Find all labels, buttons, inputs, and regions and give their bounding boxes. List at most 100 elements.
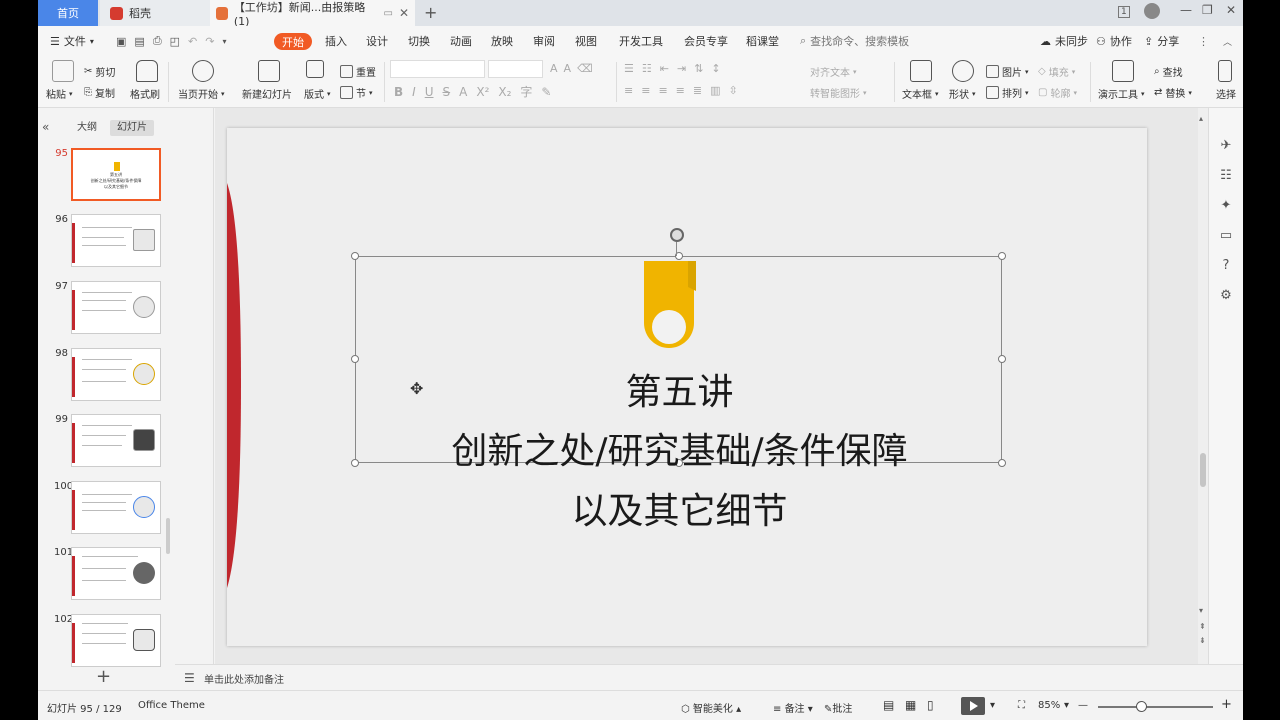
- canvas-scrollbar[interactable]: ▴ ▾ ⇞ ⇟: [1198, 108, 1208, 664]
- section-button[interactable]: 节 ▾: [340, 85, 373, 100]
- minimize-button[interactable]: —: [1180, 3, 1192, 17]
- bold-icon[interactable]: B: [394, 85, 403, 99]
- slide-thumbnail[interactable]: 第五讲 创新之处/研究基础/条件保障 以及其它细节: [71, 148, 161, 201]
- paste-button[interactable]: 粘贴 ▾: [46, 86, 73, 102]
- slide-thumb-row[interactable]: 102: [38, 614, 208, 670]
- find-button[interactable]: ⌕ 查找: [1154, 64, 1183, 79]
- arrange-button[interactable]: 排列 ▾: [986, 85, 1029, 100]
- menu-transition[interactable]: 切换: [408, 26, 430, 56]
- menu-start[interactable]: 开始: [274, 33, 312, 50]
- bullet-list-icon[interactable]: ☰: [624, 62, 634, 75]
- italic-icon[interactable]: I: [412, 85, 416, 99]
- justify-icon[interactable]: ≡: [676, 84, 685, 97]
- slide-thumbnail[interactable]: [71, 214, 161, 267]
- slide-thumbnail[interactable]: [71, 547, 161, 600]
- add-slide-icon[interactable]: +: [96, 666, 111, 687]
- menu-insert[interactable]: 插入: [325, 26, 347, 56]
- pin-icon[interactable]: ✦: [1218, 198, 1234, 214]
- cloud-settings-icon[interactable]: ⚙: [1218, 288, 1234, 304]
- smart-beautify-button[interactable]: ⬡ 智能美化 ▴: [681, 700, 741, 715]
- zoom-in-icon[interactable]: +: [1221, 697, 1232, 712]
- current-slide[interactable]: 第五讲 创新之处/研究基础/条件保障 以及其它细节 ✥: [227, 128, 1147, 646]
- superscript-icon[interactable]: X²: [476, 85, 489, 99]
- cut-button[interactable]: ✂ 剪切: [84, 64, 115, 79]
- customize-icon[interactable]: ▾: [222, 37, 226, 46]
- slide-subtitle-line1[interactable]: 创新之处/研究基础/条件保障: [227, 422, 1132, 474]
- menu-design[interactable]: 设计: [366, 26, 388, 56]
- resize-handle[interactable]: [351, 355, 359, 363]
- new-tab-icon[interactable]: +: [424, 3, 437, 22]
- shape-icon[interactable]: [952, 60, 974, 82]
- resize-handle[interactable]: [998, 355, 1006, 363]
- copy-button[interactable]: ⎘ 复制: [84, 85, 115, 100]
- shape-button[interactable]: 形状 ▾: [949, 86, 976, 102]
- resize-handle[interactable]: [351, 252, 359, 260]
- from-current-button[interactable]: 当页开始 ▾: [178, 86, 225, 102]
- undo-icon[interactable]: ↶: [188, 35, 197, 48]
- replace-button[interactable]: ⇄ 替换 ▾: [1154, 85, 1192, 100]
- restore-button[interactable]: ❐: [1202, 3, 1213, 17]
- slide-thumb-row[interactable]: 97: [38, 281, 208, 337]
- panel-scrollbar[interactable]: [166, 518, 170, 554]
- fill-button[interactable]: ◇ 填充 ▾: [1038, 64, 1075, 79]
- notes-placeholder[interactable]: 单击此处添加备注: [204, 671, 284, 686]
- notes-pane[interactable]: ☰ 单击此处添加备注: [175, 664, 1243, 690]
- play-from-current-icon[interactable]: [192, 60, 214, 82]
- clear-format-icon[interactable]: ⌫: [577, 62, 593, 75]
- slide-thumb-row[interactable]: 99: [38, 414, 208, 470]
- slide-thumbnail[interactable]: [71, 481, 161, 534]
- slide-sorter-icon[interactable]: ▦: [905, 698, 916, 712]
- play-slideshow-button[interactable]: [961, 697, 985, 715]
- vertical-align-icon[interactable]: ⇳: [729, 84, 738, 97]
- slide-subtitle-line2[interactable]: 以及其它细节: [227, 482, 1132, 534]
- distribute-icon[interactable]: ≣: [693, 84, 702, 97]
- slide-thumb-row[interactable]: 101: [38, 547, 208, 603]
- zoom-slider-knob[interactable]: [1136, 701, 1147, 712]
- menu-developer[interactable]: 开发工具: [619, 26, 663, 56]
- menu-member[interactable]: 会员专享: [684, 26, 728, 56]
- settings-sliders-icon[interactable]: ☷: [1218, 168, 1234, 184]
- scroll-up-icon[interactable]: ▴: [1199, 114, 1203, 123]
- select-button[interactable]: 选择: [1216, 86, 1236, 101]
- tab-document[interactable]: 【工作坊】新闻...由报策略(1) ▭ ✕: [210, 0, 415, 28]
- picture-button[interactable]: 图片 ▾: [986, 64, 1029, 79]
- tab-close-icon[interactable]: ✕: [399, 6, 409, 20]
- slide-thumbnail[interactable]: [71, 414, 161, 467]
- preview-icon[interactable]: ◰: [170, 35, 180, 48]
- slide-thumbnail[interactable]: [71, 614, 161, 667]
- slide-thumbnail[interactable]: [71, 348, 161, 401]
- share-button[interactable]: ⇪ 分享: [1144, 26, 1179, 56]
- select-icon[interactable]: [1218, 60, 1232, 82]
- menu-classroom[interactable]: 稻课堂: [746, 26, 779, 56]
- decrease-indent-icon[interactable]: ⇤: [660, 62, 669, 75]
- presentation-tools-icon[interactable]: [1112, 60, 1134, 82]
- normal-view-icon[interactable]: ▤: [883, 698, 894, 712]
- format-painter-icon[interactable]: [136, 60, 158, 82]
- format-painter-button[interactable]: 格式刷: [130, 86, 160, 101]
- font-color-icon[interactable]: A: [459, 85, 467, 99]
- paste-icon[interactable]: [52, 60, 74, 82]
- tab-slides[interactable]: 幻灯片: [110, 120, 154, 136]
- collapse-ribbon-icon[interactable]: ︿: [1223, 26, 1232, 56]
- menu-slideshow[interactable]: 放映: [491, 26, 513, 56]
- numbered-list-icon[interactable]: ☷: [642, 62, 652, 75]
- close-window-button[interactable]: ✕: [1226, 3, 1236, 17]
- rocket-icon[interactable]: ✈: [1218, 138, 1234, 154]
- layout-button[interactable]: 版式 ▾: [304, 86, 331, 102]
- slide-thumb-row[interactable]: 96: [38, 214, 208, 270]
- align-left-icon[interactable]: ≡: [624, 84, 633, 97]
- resize-handle[interactable]: [998, 252, 1006, 260]
- menu-animation[interactable]: 动画: [450, 26, 472, 56]
- tab-home[interactable]: 首页: [38, 0, 98, 26]
- textbox-icon[interactable]: [910, 60, 932, 82]
- zoom-dropdown-icon[interactable]: ▾: [1064, 700, 1069, 711]
- font-family-select[interactable]: [390, 60, 485, 78]
- user-avatar[interactable]: [1144, 3, 1160, 22]
- command-search[interactable]: ⌕ 查找命令、搜索模板: [800, 26, 909, 56]
- collapse-panel-icon[interactable]: «: [42, 120, 49, 134]
- menu-review[interactable]: 审阅: [533, 26, 555, 56]
- strikethrough-icon[interactable]: S: [443, 85, 451, 99]
- collab-button[interactable]: ⚇ 协作: [1096, 26, 1132, 56]
- reset-button[interactable]: 重置: [340, 64, 376, 79]
- new-slide-icon[interactable]: [258, 60, 280, 82]
